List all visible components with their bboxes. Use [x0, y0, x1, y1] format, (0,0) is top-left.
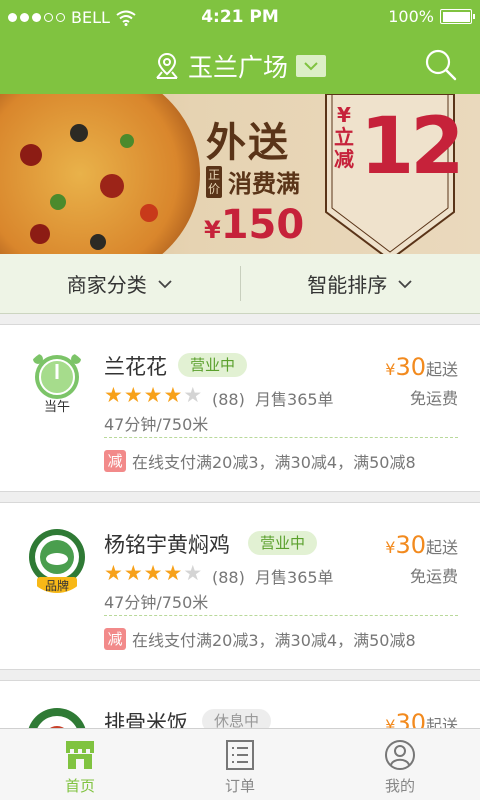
badge-text-1: 立	[334, 125, 354, 149]
banner-yen: ¥	[204, 216, 221, 244]
monthly-sales: 月售365单	[255, 390, 334, 409]
shop-name: 兰花花	[104, 355, 167, 379]
tab-orders[interactable]: 订单	[160, 729, 320, 800]
divider	[104, 615, 458, 616]
star-icon: ★	[123, 383, 143, 407]
sort-filter[interactable]: 智能排序	[241, 254, 480, 313]
star-icon: ★	[143, 561, 163, 585]
bottom-tab-bar: 首页 订单 我的	[0, 728, 480, 800]
banner-subtitle-group: 正价 消费满	[206, 164, 300, 199]
tab-profile[interactable]: 我的	[320, 729, 480, 800]
banner-amount-value: 150	[220, 202, 305, 248]
pizza-image	[0, 94, 200, 254]
category-filter[interactable]: 商家分类	[0, 254, 240, 313]
rating-sales: (88) 月售365单	[212, 386, 334, 410]
tab-home-label: 首页	[64, 777, 95, 795]
min-order-price: ¥30起送	[385, 531, 458, 559]
divider	[104, 437, 458, 438]
zhengjia-tag: 正价	[206, 165, 222, 198]
promo-text: 在线支付满20减3，满30减4，满50减8	[132, 631, 416, 650]
shop-card[interactable]: 品牌 杨铭宇黄焖鸡 营业中 ★ ★ ★ ★ ★ (88) 月售365单 47分钟…	[0, 502, 480, 670]
search-icon[interactable]	[424, 48, 458, 82]
rating-sales: (88) 月售365单	[212, 564, 334, 588]
battery-icon	[440, 9, 475, 24]
svg-text:品牌: 品牌	[45, 579, 69, 593]
rating-stars: ★ ★ ★ ★ ★	[104, 561, 202, 585]
tab-orders-label: 订单	[224, 777, 255, 795]
discount-badge: 减	[104, 628, 126, 650]
status-badge: 营业中	[248, 531, 318, 555]
location-selector[interactable]: 玉兰广场	[0, 48, 480, 84]
delivery-time-distance: 47分钟/750米	[104, 593, 209, 612]
tab-profile-label: 我的	[384, 777, 415, 795]
banner-subtitle: 消费满	[228, 170, 300, 198]
promo-row: 减 在线支付满20减3，满30减4，满50减8	[104, 627, 416, 651]
badge-number: 12	[360, 102, 465, 192]
rating-count: (88)	[212, 390, 245, 409]
category-filter-label: 商家分类	[66, 273, 147, 297]
sort-filter-label: 智能排序	[307, 273, 388, 297]
nav-bar: 玉兰广场	[0, 36, 480, 94]
battery-percent: 100%	[388, 7, 434, 26]
chevron-down-icon	[158, 279, 172, 288]
star-icon: ★	[143, 383, 163, 407]
shop-logo: 当午	[24, 349, 90, 415]
profile-icon	[385, 740, 415, 770]
banner-amount: ¥150	[204, 202, 304, 248]
badge-yen: ¥	[337, 103, 351, 127]
banner-title: 外送	[206, 120, 290, 166]
promo-banner[interactable]: 外送 正价 消费满 ¥150 ¥ 立 减 12	[0, 94, 480, 254]
star-icon: ★	[123, 561, 143, 585]
discount-badge: 减	[104, 450, 126, 472]
tab-home[interactable]: 首页	[0, 729, 160, 800]
star-empty-icon: ★	[183, 561, 203, 585]
home-store-icon	[66, 741, 94, 769]
promo-text: 在线支付满20减3，满30减4，满50减8	[132, 453, 416, 472]
status-badge: 营业中	[178, 353, 248, 377]
status-bar: BELL 4:21 PM 100%	[0, 0, 480, 36]
orders-list-icon	[226, 740, 254, 770]
rating-count: (88)	[212, 568, 245, 587]
shop-name: 杨铭宇黄焖鸡	[104, 533, 230, 557]
star-icon: ★	[104, 383, 123, 407]
min-order-price: ¥30起送	[385, 353, 458, 381]
delivery-fee: 免运费	[409, 567, 458, 586]
badge-text-2: 减	[334, 147, 354, 171]
promo-row: 减 在线支付满20减3，满30减4，满50减8	[104, 449, 416, 473]
star-icon: ★	[104, 561, 123, 585]
star-empty-icon: ★	[183, 383, 203, 407]
shop-card[interactable]: 当午 兰花花 营业中 ★ ★ ★ ★ ★ (88) 月售365单 47分钟/75…	[0, 324, 480, 492]
rating-stars: ★ ★ ★ ★ ★	[104, 383, 202, 407]
star-icon: ★	[163, 561, 183, 585]
svg-text:当午: 当午	[44, 400, 70, 415]
shop-logo: 品牌	[29, 529, 85, 593]
battery-group: 100%	[388, 7, 475, 26]
dropdown-arrow-icon	[296, 55, 326, 77]
star-icon: ★	[163, 383, 183, 407]
location-icon	[156, 52, 178, 79]
filter-bar: 商家分类 智能排序	[0, 254, 480, 314]
delivery-time-distance: 47分钟/750米	[104, 415, 209, 434]
chevron-down-icon	[398, 279, 412, 288]
delivery-fee: 免运费	[409, 389, 458, 408]
monthly-sales: 月售365单	[255, 568, 334, 587]
discount-badge: ¥ 立 减 12	[332, 102, 465, 192]
location-name: 玉兰广场	[187, 53, 288, 82]
